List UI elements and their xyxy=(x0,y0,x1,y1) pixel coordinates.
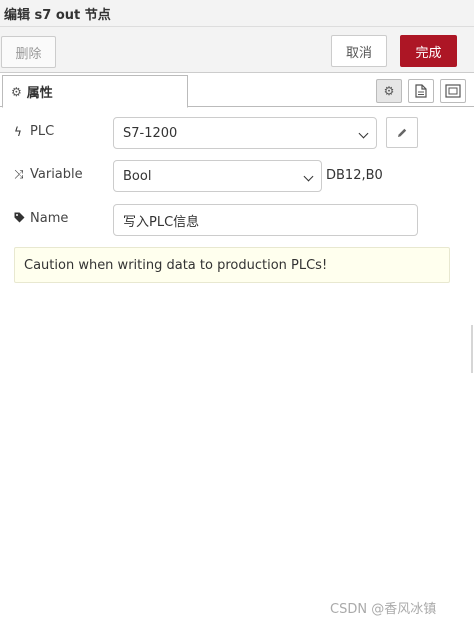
node-settings-tab-button[interactable]: ⚙ xyxy=(376,79,402,103)
plc-select[interactable]: S7-1200 xyxy=(113,117,377,149)
done-button[interactable]: 完成 xyxy=(400,35,457,67)
delete-button[interactable]: 删除 xyxy=(1,36,56,68)
tab-bar: ⚙ 属性 ⚙ xyxy=(0,73,474,108)
name-label: Name xyxy=(30,211,69,226)
tag-icon xyxy=(14,212,30,226)
editor-title: 编辑 s7 out 节点 xyxy=(4,8,111,23)
caution-text: Caution when writing data to production … xyxy=(24,257,328,273)
bolt-icon: ϟ xyxy=(14,124,22,139)
variable-label: Variable xyxy=(30,167,83,182)
pencil-icon xyxy=(398,128,407,137)
edit-plc-button[interactable] xyxy=(386,117,418,148)
name-input[interactable]: 写入PLC信息 xyxy=(113,204,418,236)
editor-title-bar: 编辑 s7 out 节点 xyxy=(0,0,474,27)
plc-row-label: ϟ PLC xyxy=(14,124,54,139)
document-icon xyxy=(415,84,427,98)
plc-select-value: S7-1200 xyxy=(123,125,178,141)
cancel-button[interactable]: 取消 xyxy=(331,35,387,67)
editor-toolbar: 删除 取消 完成 xyxy=(0,27,474,73)
shuffle-icon: ⤨ xyxy=(14,167,24,181)
name-row-label: Name xyxy=(14,211,68,226)
caution-notice: Caution when writing data to production … xyxy=(14,247,450,283)
scrollbar[interactable] xyxy=(471,325,473,373)
watermark: CSDN @香风冰镇 xyxy=(330,602,437,617)
variable-row-label: ⤨ Variable xyxy=(14,167,83,182)
variable-select[interactable]: Bool xyxy=(113,160,322,192)
gear-icon: ⚙ xyxy=(11,84,22,99)
frame-icon xyxy=(445,84,461,98)
node-appearance-tab-button[interactable] xyxy=(440,79,466,103)
name-input-value: 写入PLC信息 xyxy=(123,214,200,230)
plc-label: PLC xyxy=(30,124,55,139)
tab-properties-label: 属性 xyxy=(26,86,53,101)
node-description-tab-button[interactable] xyxy=(408,79,434,103)
variable-select-value: Bool xyxy=(123,168,152,184)
tab-properties[interactable]: ⚙ 属性 xyxy=(2,75,188,108)
gear-icon: ⚙ xyxy=(383,84,395,98)
variable-address: DB12,B0 xyxy=(326,168,383,183)
